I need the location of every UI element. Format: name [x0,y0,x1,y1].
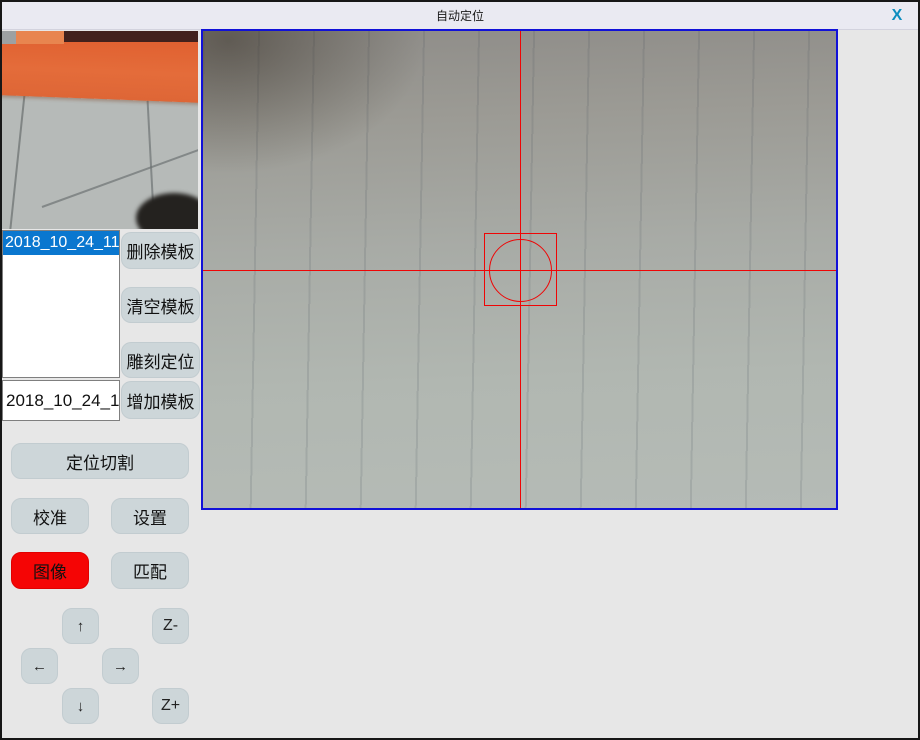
thumbnail-tile-line [8,91,26,229]
target-circle-overlay [489,239,552,302]
list-item[interactable]: 2018_10_24_11 [3,231,119,255]
settings-button[interactable]: 设置 [111,498,189,534]
page-title: 自动定位 [2,2,918,30]
jog-z-minus-button[interactable]: Z- [152,608,189,644]
thumbnail-dark-object [136,193,198,229]
auto-position-dialog: 自动定位 X 2018_10_24_11 删除模板 清空模板 雕刻定位 增加模板… [0,0,920,740]
add-template-button[interactable]: 增加模板 [121,381,200,419]
calibrate-button[interactable]: 校准 [11,498,89,534]
jog-down-button[interactable]: ↓ [62,688,99,724]
position-cut-button[interactable]: 定位切割 [11,443,189,479]
template-thumbnail [2,31,198,229]
thumbnail-dark-strip [62,31,198,42]
title-bar: 自动定位 X [2,2,918,30]
jog-up-button[interactable]: ↑ [62,608,99,644]
thumbnail-gray-patch [2,31,16,44]
image-button-active[interactable]: 图像 [11,552,89,589]
jog-right-button[interactable]: → [102,648,139,684]
clear-templates-button[interactable]: 清空模板 [121,287,200,323]
delete-template-button[interactable]: 删除模板 [121,232,200,269]
match-button[interactable]: 匹配 [111,552,189,589]
camera-live-view[interactable] [201,29,838,510]
thumbnail-orange-block [16,31,64,44]
template-name-input[interactable] [2,380,120,421]
close-icon[interactable]: X [886,5,908,27]
template-list[interactable]: 2018_10_24_11 [2,230,120,378]
jog-left-button[interactable]: ← [21,648,58,684]
engrave-position-button[interactable]: 雕刻定位 [121,342,200,378]
jog-z-plus-button[interactable]: Z+ [152,688,189,724]
